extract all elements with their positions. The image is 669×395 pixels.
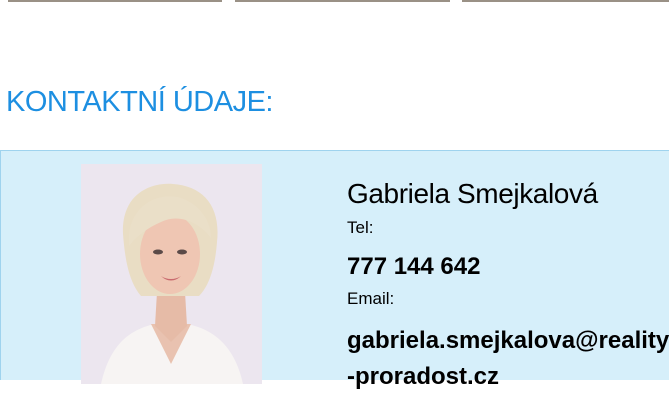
- phone-label: Tel:: [347, 218, 374, 237]
- phone-number[interactable]: 777 144 642: [347, 253, 480, 281]
- agent-portrait-icon: [81, 164, 262, 384]
- agent-photo: [81, 164, 262, 384]
- gallery-thumbnail[interactable]: [8, 0, 222, 2]
- gallery-thumbnail[interactable]: [462, 0, 669, 2]
- contact-card: Gabriela Smejkalová Tel: 777 144 642 Ema…: [0, 150, 669, 390]
- email-link[interactable]: gabriela.smejkalova@realit​y-proradost.c…: [347, 323, 669, 395]
- email-label: Email:: [347, 289, 395, 308]
- contact-section-heading: KONTAKTNÍ ÚDAJE:: [6, 86, 274, 118]
- gallery-thumbnail-strip: [0, 0, 669, 4]
- gallery-thumbnail[interactable]: [235, 0, 450, 2]
- agent-name: Gabriela Smejkalová: [347, 178, 598, 209]
